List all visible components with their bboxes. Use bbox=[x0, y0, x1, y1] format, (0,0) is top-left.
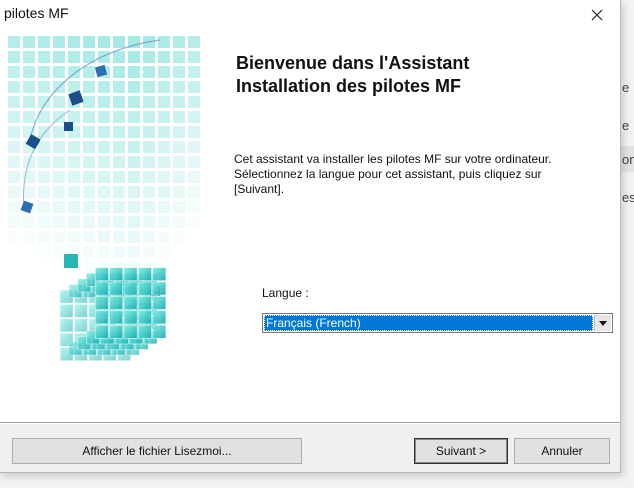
language-select-value: Français (French) bbox=[264, 315, 593, 331]
background-text: es bbox=[622, 190, 634, 205]
wizard-panel: Bienvenue dans l'Assistant Installation … bbox=[0, 30, 620, 422]
next-button[interactable]: Suivant > bbox=[414, 438, 508, 464]
description-line: Cet assistant va installer les pilotes M… bbox=[234, 152, 552, 166]
language-select[interactable]: Français (French) bbox=[262, 313, 613, 333]
description-line: Sélectionnez la langue pour cet assistan… bbox=[234, 167, 542, 181]
page-title: Bienvenue dans l'Assistant Installation … bbox=[236, 52, 606, 98]
dropdown-button[interactable] bbox=[594, 315, 611, 331]
background-text: e bbox=[622, 80, 630, 95]
language-label: Langue : bbox=[262, 286, 309, 300]
description-text: Cet assistant va installer les pilotes M… bbox=[234, 152, 614, 197]
installer-art-image bbox=[0, 30, 206, 422]
installer-window: pilotes MF Bienvenue dans l'Assistant In… bbox=[0, 0, 621, 473]
chevron-down-icon bbox=[599, 320, 607, 326]
window-title: pilotes MF bbox=[4, 5, 69, 21]
page-title-line: Bienvenue dans l'Assistant bbox=[236, 53, 470, 73]
background-text: e bbox=[622, 118, 630, 133]
view-readme-button[interactable]: Afficher le fichier Lisezmoi... bbox=[12, 438, 302, 464]
cancel-button[interactable]: Annuler bbox=[514, 438, 610, 464]
description-line: [Suivant]. bbox=[234, 182, 285, 196]
page-title-line: Installation des pilotes MF bbox=[236, 76, 462, 96]
close-icon bbox=[591, 9, 603, 21]
title-bar[interactable]: pilotes MF bbox=[0, 0, 620, 30]
close-button[interactable] bbox=[574, 0, 620, 30]
background-text: on bbox=[622, 152, 634, 167]
separator bbox=[0, 422, 620, 424]
